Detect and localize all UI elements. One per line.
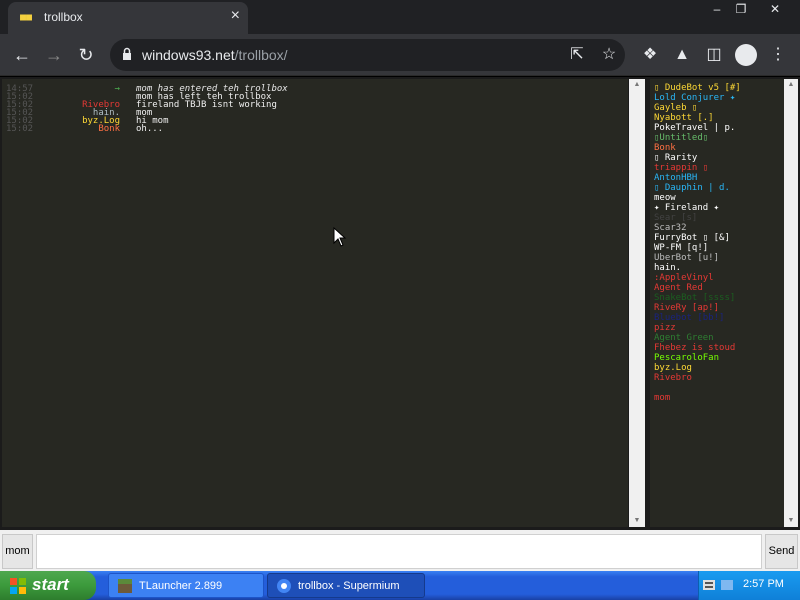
user-list-item[interactable]: ▯ Rarity <box>654 153 697 163</box>
windows-taskbar: start TLauncher 2.899 trollbox - Supermi… <box>0 571 800 600</box>
user-list-item[interactable]: mom <box>654 393 670 403</box>
user-list-item[interactable]: ▯ Dauphin | d. <box>654 183 730 193</box>
browser-titlebar: ■■ trollbox × – ❐ ✕ <box>0 0 800 34</box>
menu-kebab-icon[interactable]: ⋮ <box>767 44 789 66</box>
restore-window-icon[interactable]: ❐ <box>724 0 758 18</box>
back-icon[interactable]: ← <box>10 43 34 67</box>
system-tray: 2:57 PM <box>698 571 800 600</box>
user-list-item[interactable]: :AppleVinyl <box>654 273 714 283</box>
start-label: start <box>32 575 69 594</box>
message-nick[interactable]: Bonk <box>98 125 120 134</box>
mouse-cursor-icon <box>333 227 347 247</box>
taskbar-item-label: trollbox - Supermium <box>298 580 400 592</box>
chat-messages-panel: 14:57 → mom has entered teh trollbox 15:02 m… <box>2 79 628 527</box>
message-timestamp: 15:02 <box>6 124 34 134</box>
send-button[interactable]: Send <box>765 534 798 569</box>
user-list-item[interactable]: Scar32 <box>654 223 687 233</box>
user-list-item[interactable]: ✦ Fireland ✦ <box>654 203 719 213</box>
bookmark-star-icon[interactable]: ☆ <box>599 45 619 65</box>
user-list-item[interactable]: WP-FM [q!] <box>654 243 708 253</box>
user-list-item[interactable]: ▯Untitled▯ <box>654 133 708 143</box>
lock-icon <box>123 47 131 60</box>
user-list-item[interactable]: Agent Green <box>654 333 714 343</box>
close-tab-icon[interactable]: × <box>231 8 240 24</box>
user-list-item[interactable]: FurryBot ▯ [&] <box>654 233 730 243</box>
user-list-item[interactable]: SnakeBot [ssss] <box>654 293 735 303</box>
message-input[interactable] <box>36 534 762 569</box>
trollbox-favicon-icon: ■■ <box>20 12 33 23</box>
network-icon[interactable] <box>721 580 733 590</box>
user-list-item[interactable]: UberBot [u!] <box>654 253 719 263</box>
user-list-item[interactable]: hain. <box>654 263 681 273</box>
scroll-up-icon[interactable]: ▲ <box>784 79 798 91</box>
start-button[interactable]: start <box>0 571 96 600</box>
taskbar-item-trollbox[interactable]: trollbox - Supermium <box>267 573 425 598</box>
tlauncher-icon <box>118 579 132 593</box>
user-list-item[interactable]: Agent Red <box>654 283 703 293</box>
profile-avatar-icon[interactable] <box>735 44 757 66</box>
trollbox-page: 14:57 → mom has entered teh trollbox 15:02 m… <box>0 77 800 571</box>
user-list-item[interactable]: Nyabott [.] <box>654 113 714 123</box>
chat-scrollbar[interactable]: ▲ ▼ <box>629 79 645 527</box>
user-list-item[interactable]: PokeTravel | p. <box>654 123 735 133</box>
user-list-item[interactable]: byz.Log <box>654 363 692 373</box>
user-list-item[interactable]: Bluebot [bb!] <box>654 313 724 323</box>
side-panel-icon[interactable]: ◫ <box>703 44 725 66</box>
user-list-item[interactable]: Lold Conjurer ✦ <box>654 93 735 103</box>
user-list-item[interactable]: meow <box>654 193 676 203</box>
user-list-item[interactable]: ▯ DudeBot v5 [#] <box>654 83 741 93</box>
user-list-item[interactable]: Fhebez is stoud <box>654 343 735 353</box>
message-text: oh... <box>136 124 164 134</box>
user-list-item[interactable]: AntonHBH <box>654 173 697 183</box>
browser-tab[interactable]: ■■ trollbox × <box>8 2 248 34</box>
user-list-item[interactable]: Sear [s] <box>654 213 697 223</box>
chat-message: 15:02 Bonk oh... <box>2 125 622 134</box>
browser-toolbar: ← → ↻ windows93.net/trollbox/ ⇱ ☆ ❖ ▲ ◫ … <box>0 34 800 76</box>
taskbar-item-tlauncher[interactable]: TLauncher 2.899 <box>108 573 264 598</box>
user-list-item[interactable]: RiveRy [ap!] <box>654 303 719 313</box>
scroll-down-icon[interactable]: ▼ <box>784 515 798 527</box>
user-list-item[interactable]: Bonk <box>654 143 676 153</box>
taskbar-item-label: TLauncher 2.899 <box>139 580 223 592</box>
online-users-panel: ▯ DudeBot v5 [#] Lold Conjurer ✦ Gayleb ▯ N… <box>650 79 784 527</box>
url-text: windows93.net/trollbox/ <box>142 47 288 63</box>
user-list-item[interactable]: triappin ▯ <box>654 163 708 173</box>
tab-title: trollbox <box>44 10 83 24</box>
keyboard-icon[interactable] <box>703 580 715 590</box>
reload-icon[interactable]: ↻ <box>74 43 98 67</box>
scroll-up-icon[interactable]: ▲ <box>629 79 645 91</box>
forward-icon[interactable]: → <box>42 43 66 67</box>
scroll-down-icon[interactable]: ▼ <box>629 515 645 527</box>
windows-logo-icon <box>10 578 26 594</box>
extensions-puzzle-icon[interactable]: ❖ <box>639 44 661 66</box>
user-list-item[interactable]: Gayleb ▯ <box>654 103 697 113</box>
address-bar[interactable]: windows93.net/trollbox/ ⇱ ☆ <box>110 39 625 71</box>
labs-flask-icon[interactable]: ▲ <box>671 44 693 66</box>
share-icon[interactable]: ⇱ <box>567 45 587 65</box>
chat-input-bar: mom Send <box>0 530 800 571</box>
user-list-item[interactable]: Rivebro <box>654 373 692 383</box>
user-list-item[interactable]: pizz <box>654 323 676 333</box>
user-list-item[interactable]: PescaroloFan <box>654 353 719 363</box>
close-window-icon[interactable]: ✕ <box>758 0 792 18</box>
clock: 2:57 PM <box>743 578 784 590</box>
nickname-button[interactable]: mom <box>2 534 33 569</box>
supermium-browser-icon <box>277 579 291 593</box>
users-scrollbar[interactable]: ▲ ▼ <box>784 79 798 527</box>
